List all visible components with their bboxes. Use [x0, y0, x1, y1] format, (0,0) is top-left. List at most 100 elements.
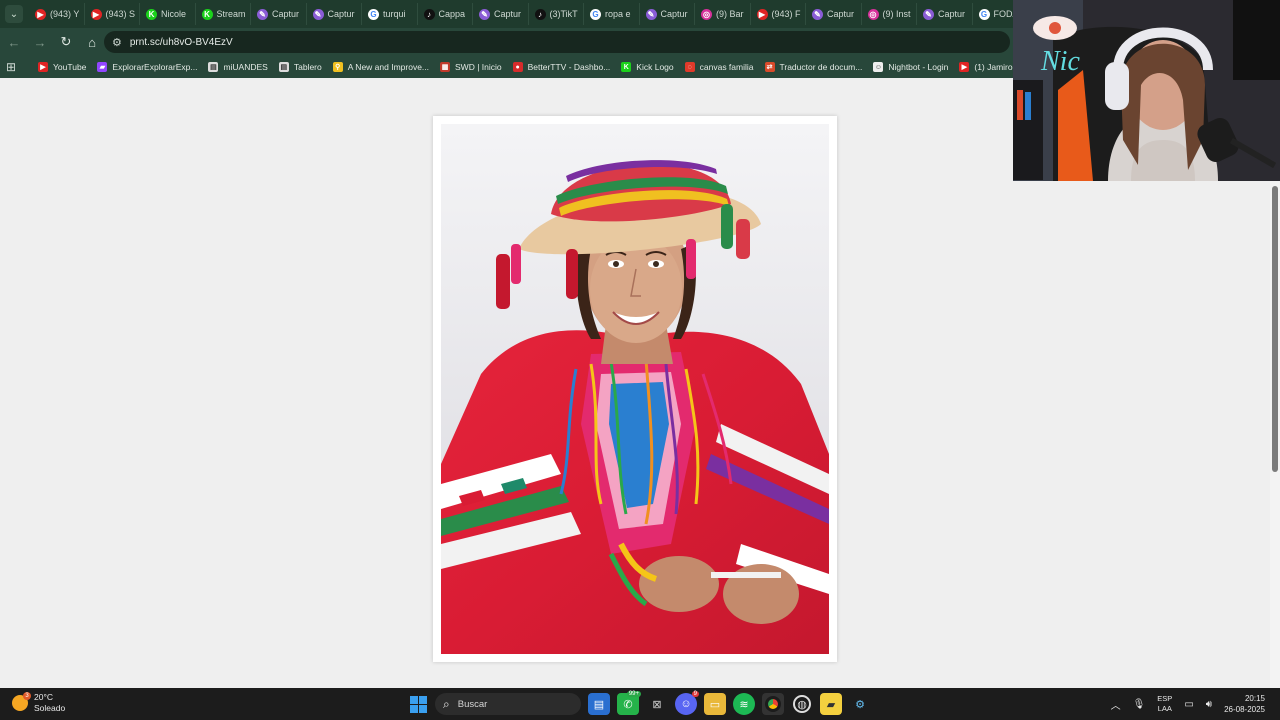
browser-tab[interactable]: Gturqui	[362, 3, 418, 25]
bookmark-label: canvas familia	[699, 62, 754, 72]
address-bar[interactable]: ⚙ prnt.sc/uh8vO-BV4EzV	[104, 31, 1010, 53]
bookmark-item[interactable]: ▦ SWD | Inicio	[440, 62, 502, 72]
betterttv-icon: ●	[512, 62, 523, 72]
discord-badge: 9	[691, 691, 699, 697]
screenshot-image-frame	[433, 116, 837, 662]
google-icon: G	[590, 8, 601, 20]
bookmark-item[interactable]: ▤ Tablero	[278, 62, 322, 72]
browser-tab[interactable]: ♪ Cappa	[418, 3, 473, 25]
browser-tab[interactable]: ✎ Captur	[251, 3, 307, 25]
bookmark-item[interactable]: ☺ Nightbot - Login	[873, 62, 948, 72]
browser-tab[interactable]: ◎ (9) Inst	[862, 3, 917, 25]
spotify-icon[interactable]: ≋	[733, 693, 755, 715]
home-icon[interactable]: ⌂	[80, 30, 104, 54]
bookmark-item[interactable]: ▶ YouTube	[38, 62, 86, 72]
chrome-icon[interactable]	[762, 693, 784, 715]
windows-start-icon[interactable]	[410, 696, 427, 713]
bookmark-label: Nightbot - Login	[888, 62, 949, 72]
steam-icon[interactable]: ⚙	[849, 693, 871, 715]
sun-weather-icon: 3	[12, 692, 31, 711]
apps-grid-icon[interactable]: ⊞	[6, 60, 26, 74]
tab-label: (9) Bar	[716, 9, 744, 19]
tiktok-icon: ♪	[423, 8, 435, 20]
browser-tab[interactable]: ▶ (943) S	[85, 3, 140, 25]
scrollbar-thumb[interactable]	[1272, 186, 1278, 472]
windows-taskbar: 3 20°C Soleado ⌕ Buscar ▤ ✆ 99+ ⊠ ☺ 9 ▭ ≋ …	[0, 688, 1280, 720]
bookmark-item[interactable]: ⚲ A New and Improve...	[332, 62, 430, 72]
whatsapp-icon[interactable]: ✆ 99+	[617, 691, 641, 715]
discord-icon[interactable]: ☺ 9	[675, 691, 699, 715]
browser-tab[interactable]: K Stream	[196, 3, 251, 25]
browser-tab[interactable]: K Nicole	[140, 3, 196, 25]
tab-label: Captur	[327, 9, 355, 19]
bookmark-item[interactable]: ◌ canvas familia	[684, 62, 754, 72]
lightshot-feather-icon: ✎	[479, 8, 490, 20]
browser-tab[interactable]: ▶ (943) Y	[29, 3, 85, 25]
tab-label: (943) S	[105, 9, 136, 19]
url-text[interactable]: prnt.sc/uh8vO-BV4EzV	[130, 37, 233, 48]
language-indicator[interactable]: ESP LAA	[1157, 694, 1172, 714]
woman-in-poncho-photo	[441, 124, 829, 654]
forward-arrow-icon[interactable]: →	[28, 30, 52, 54]
browser-tab[interactable]: Gropa e	[584, 3, 640, 25]
bookmark-item[interactable]: ⇄ Traductor de docum...	[764, 62, 862, 72]
site-info-icon[interactable]: ⚙	[112, 36, 122, 49]
tab-label: (9) Inst	[882, 9, 911, 19]
bookmark-item[interactable]: ● BetterTTV - Dashbo...	[512, 62, 611, 72]
tab-label: turqui	[383, 9, 406, 19]
translate-icon: ⇄	[764, 62, 775, 72]
weather-widget[interactable]: 3 20°C Soleado	[12, 692, 65, 714]
volume-icon[interactable]: 🔊︎	[1206, 699, 1212, 710]
svg-text:Nic: Nic	[1040, 46, 1080, 77]
microphone-icon[interactable]: 🎙︎	[1133, 699, 1146, 710]
tab-label: Stream	[216, 9, 246, 19]
tab-label: (943) F	[771, 9, 801, 19]
browser-tab[interactable]: ✎ Captur	[917, 3, 973, 25]
page-icon: ▤	[278, 62, 289, 72]
clock-date: 26-08-2025	[1224, 705, 1265, 714]
bookmark-item[interactable]: ▤ miUANDES	[208, 62, 268, 72]
pin-icon: ⚲	[332, 62, 343, 72]
network-icon[interactable]: ▭	[1184, 699, 1193, 710]
tab-search-chevron-icon[interactable]: ⌄	[5, 5, 23, 23]
bookmark-label: BetterTTV - Dashbo...	[527, 62, 611, 72]
kick-icon: K	[201, 8, 213, 20]
back-arrow-icon[interactable]: ←	[2, 30, 26, 54]
browser-tab[interactable]: ✎ Captur	[806, 3, 862, 25]
browser-tab[interactable]: ✎ Captur	[307, 3, 362, 25]
obs-icon[interactable]: ◍	[793, 695, 811, 713]
browser-tab[interactable]: ▶ (943) F	[751, 3, 806, 25]
bookmark-item[interactable]: ▰ ExplorarExplorarExp...	[97, 62, 197, 72]
tab-label: Captur	[494, 9, 522, 19]
notepad-icon[interactable]: ▤	[588, 693, 610, 715]
bookmark-label: miUANDES	[223, 62, 268, 72]
reload-icon[interactable]: ↻	[54, 30, 78, 54]
sticky-notes-icon[interactable]: ▰	[820, 693, 842, 715]
tab-label: Captur	[938, 9, 966, 19]
tab-list: ▶ (943) Y ▶ (943) S K Nicole K Stream ✎ Captur ✎ Ca…	[29, 0, 1028, 28]
temperature-text: 20°C	[34, 692, 53, 702]
tab-label: Captur	[660, 9, 688, 19]
weather-badge: 3	[23, 692, 31, 700]
youtube-icon: ▶	[756, 8, 768, 20]
browser-tab[interactable]: ♪ (3)TikT	[529, 3, 584, 25]
youtube-icon: ▶	[90, 8, 102, 20]
browser-tab[interactable]: ✎ Captur	[473, 3, 529, 25]
bookmark-label: A New and Improve...	[347, 62, 430, 72]
instagram-icon: ◎	[701, 8, 712, 20]
google-icon: G	[368, 8, 379, 20]
page-icon: ▤	[208, 62, 219, 72]
keyboard-layout-code: LAA	[1157, 704, 1172, 713]
taskbar-search-box[interactable]: ⌕ Buscar	[435, 693, 581, 715]
tray-overflow-chevron-icon[interactable]: ︿	[1111, 697, 1121, 712]
clock[interactable]: 20:15 26-08-2025	[1224, 693, 1265, 715]
browser-tab[interactable]: ◎ (9) Bar	[695, 3, 751, 25]
file-explorer-icon[interactable]: ▭	[704, 693, 726, 715]
instagram-icon: ◎	[867, 8, 879, 20]
browser-tab[interactable]: ✎ Captur	[640, 3, 695, 25]
search-placeholder: Buscar	[457, 698, 488, 710]
bookmark-item[interactable]: K Kick Logo	[621, 62, 674, 72]
google-icon: G	[978, 8, 990, 20]
tab-label: (943) Y	[50, 9, 80, 19]
xbox-icon[interactable]: ⊠	[646, 693, 668, 715]
